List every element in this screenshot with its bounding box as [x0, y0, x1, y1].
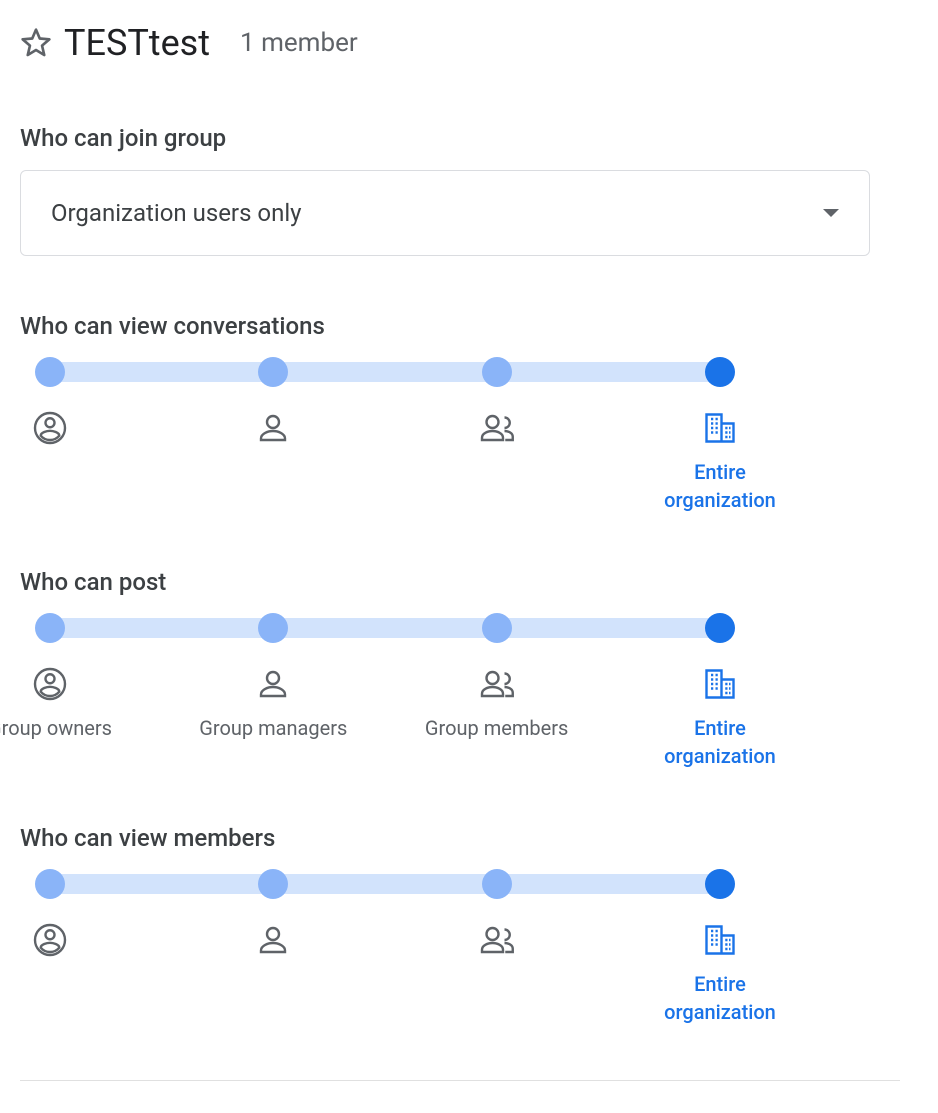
post-label-members[interactable]: Group members: [417, 666, 577, 742]
who-can-join-heading: Who can join group: [20, 124, 918, 152]
view_members-heading: Who can view members: [20, 824, 918, 852]
view_conversations-label-org-text: Entire organization: [640, 458, 800, 514]
post-stop-managers[interactable]: [258, 613, 288, 643]
people-icon: [479, 410, 515, 446]
view_conversations-stop-org[interactable]: [705, 357, 735, 387]
post-label-owners-text: Group owners: [0, 714, 112, 742]
org-building-icon: [702, 666, 738, 702]
group-title: TESTtest: [64, 22, 210, 64]
view_conversations-label-managers[interactable]: Group managers: [193, 410, 353, 486]
view_members-stop-managers[interactable]: [258, 869, 288, 899]
section-divider: [20, 1080, 900, 1081]
view_conversations-stop-managers[interactable]: [258, 357, 288, 387]
account-circle-icon: [32, 666, 68, 702]
post-heading: Who can post: [20, 568, 918, 596]
view_conversations-heading: Who can view conversations: [20, 312, 918, 340]
account-circle-icon: [32, 922, 68, 958]
view_members-label-org-text: Entire organization: [640, 970, 800, 1026]
slider-bar: [50, 874, 720, 894]
people-icon: [479, 666, 515, 702]
view_members-stop-owners[interactable]: [35, 869, 65, 899]
post-label-owners[interactable]: Group owners: [0, 666, 130, 742]
view_conversations-stop-owners[interactable]: [35, 357, 65, 387]
post-stop-members[interactable]: [482, 613, 512, 643]
dropdown-caret-icon: [823, 209, 839, 217]
view_conversations-label-members[interactable]: Group members: [417, 410, 577, 486]
view_members-stop-members[interactable]: [482, 869, 512, 899]
view_conversations-label-owners[interactable]: Group owners: [0, 410, 130, 486]
view_members-label-managers[interactable]: Group managers: [193, 922, 353, 998]
post-label-org-text: Entire organization: [640, 714, 800, 770]
post-labels: Group ownersGroup managersGroup membersE…: [50, 666, 720, 776]
who-can-join-selected-value: Organization users only: [51, 199, 302, 227]
view_members-label-members[interactable]: Group members: [417, 922, 577, 998]
who-can-join-section: Who can join group Organization users on…: [20, 124, 918, 256]
view_conversations-slider[interactable]: [50, 358, 720, 386]
org-building-icon: [702, 410, 738, 446]
person-icon: [255, 666, 291, 702]
post-slider[interactable]: [50, 614, 720, 642]
view_conversations-label-org[interactable]: Entire organization: [640, 410, 800, 514]
star-icon[interactable]: [20, 27, 52, 59]
post-stop-org[interactable]: [705, 613, 735, 643]
post-label-managers[interactable]: Group managers: [193, 666, 353, 742]
view_members-label-owners[interactable]: Group owners: [0, 922, 130, 998]
view_conversations-section: Who can view conversationsGroup ownersGr…: [20, 312, 918, 520]
view_conversations-stop-members[interactable]: [482, 357, 512, 387]
view_members-section: Who can view membersGroup ownersGroup ma…: [20, 824, 918, 1032]
slider-bar: [50, 362, 720, 382]
view_members-labels: Group ownersGroup managersGroup membersE…: [50, 922, 720, 1032]
group-header: TESTtest 1 member: [20, 22, 918, 64]
org-building-icon: [702, 922, 738, 958]
view_members-slider[interactable]: [50, 870, 720, 898]
view_members-stop-org[interactable]: [705, 869, 735, 899]
person-icon: [255, 410, 291, 446]
post-label-org[interactable]: Entire organization: [640, 666, 800, 770]
post-section: Who can postGroup ownersGroup managersGr…: [20, 568, 918, 776]
person-icon: [255, 922, 291, 958]
post-stop-owners[interactable]: [35, 613, 65, 643]
post-label-members-text: Group members: [425, 714, 568, 742]
account-circle-icon: [32, 410, 68, 446]
people-icon: [479, 922, 515, 958]
view_members-label-org[interactable]: Entire organization: [640, 922, 800, 1026]
view_conversations-labels: Group ownersGroup managersGroup membersE…: [50, 410, 720, 520]
who-can-join-select[interactable]: Organization users only: [20, 170, 870, 256]
post-label-managers-text: Group managers: [199, 714, 347, 742]
slider-bar: [50, 618, 720, 638]
member-count: 1 member: [240, 28, 358, 58]
